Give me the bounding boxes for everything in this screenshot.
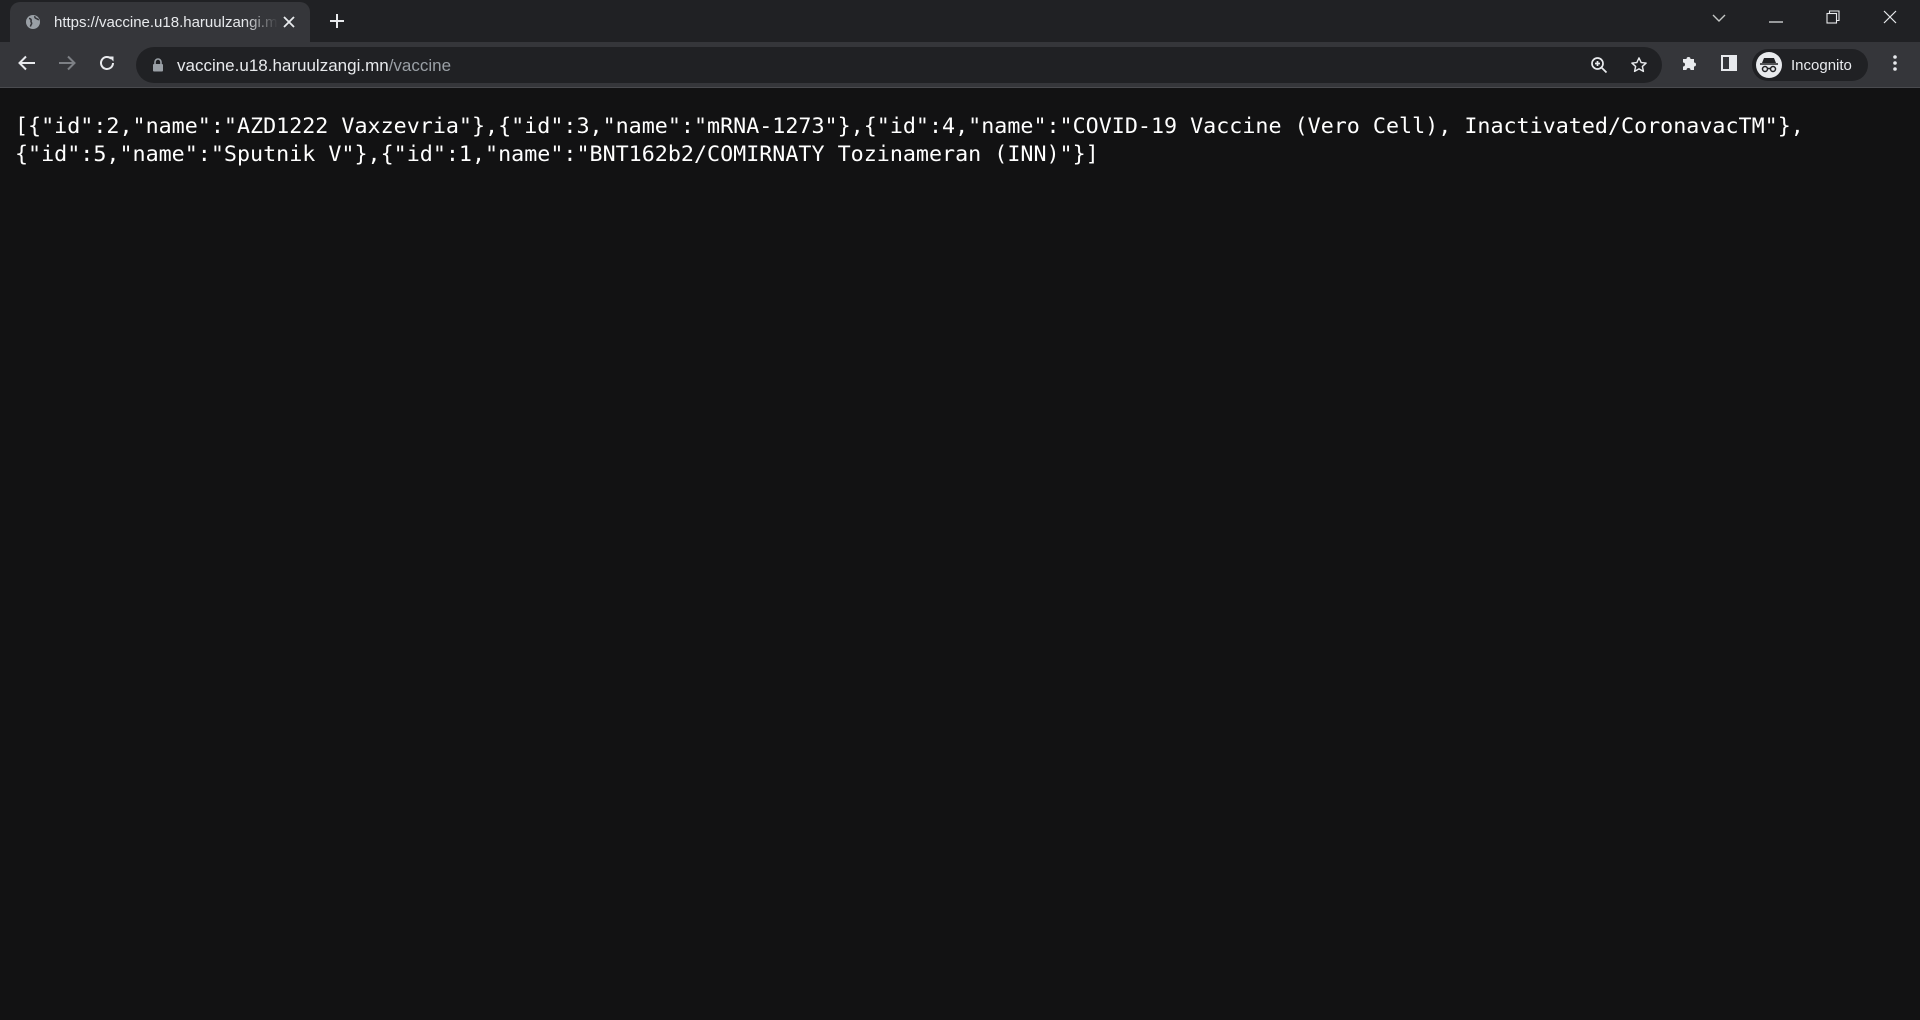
forward-button[interactable] bbox=[50, 48, 84, 82]
reload-button[interactable] bbox=[90, 48, 124, 82]
browser-menu-button[interactable] bbox=[1878, 48, 1912, 82]
url-text[interactable]: vaccine.u18.haruulzangi.mn/vaccine bbox=[177, 56, 451, 76]
json-response-text: [{"id":2,"name":"AZD1222 Vaxzevria"},{"i… bbox=[15, 114, 1804, 167]
zoom-in-icon[interactable] bbox=[1586, 52, 1612, 78]
browser-tab-active[interactable]: https://vaccine.u18.haruulzangi.mn/vacci… bbox=[10, 2, 310, 42]
arrow-right-icon bbox=[58, 55, 76, 76]
reload-icon bbox=[98, 54, 116, 77]
page-content: [{"id":2,"name":"AZD1222 Vaxzevria"},{"i… bbox=[0, 89, 1920, 1020]
tab-title: https://vaccine.u18.haruulzangi.mn/vacci… bbox=[54, 13, 278, 31]
extensions-button[interactable] bbox=[1673, 48, 1707, 82]
side-panel-icon bbox=[1721, 54, 1737, 76]
incognito-icon bbox=[1756, 52, 1782, 78]
star-icon[interactable] bbox=[1626, 52, 1652, 78]
minimize-button[interactable] bbox=[1750, 0, 1802, 38]
address-bar[interactable]: vaccine.u18.haruulzangi.mn/vaccine bbox=[136, 47, 1662, 83]
tab-strip: https://vaccine.u18.haruulzangi.mn/vacci… bbox=[0, 0, 1920, 42]
kebab-menu-icon bbox=[1893, 54, 1897, 76]
incognito-label: Incognito bbox=[1791, 56, 1852, 74]
lock-icon[interactable] bbox=[150, 57, 166, 73]
restore-icon bbox=[1826, 9, 1840, 29]
arrow-left-icon bbox=[18, 55, 36, 76]
restore-button[interactable] bbox=[1807, 0, 1859, 38]
plus-icon bbox=[329, 13, 345, 34]
url-path: /vaccine bbox=[388, 56, 452, 75]
browser-toolbar: vaccine.u18.haruulzangi.mn/vaccine Incog… bbox=[0, 42, 1920, 88]
globe-icon bbox=[24, 13, 42, 31]
tab-search-button[interactable] bbox=[1693, 0, 1745, 38]
puzzle-icon bbox=[1681, 54, 1699, 77]
new-tab-button[interactable] bbox=[322, 8, 352, 38]
close-window-button[interactable] bbox=[1864, 0, 1916, 38]
side-panel-button[interactable] bbox=[1712, 48, 1746, 82]
minimize-icon bbox=[1769, 10, 1783, 28]
close-icon[interactable] bbox=[278, 11, 300, 33]
back-button[interactable] bbox=[10, 48, 44, 82]
url-host: vaccine.u18.haruulzangi.mn bbox=[177, 56, 389, 75]
close-icon bbox=[1883, 10, 1897, 29]
chevron-down-icon bbox=[1712, 10, 1726, 28]
incognito-profile-button[interactable]: Incognito bbox=[1752, 49, 1868, 81]
